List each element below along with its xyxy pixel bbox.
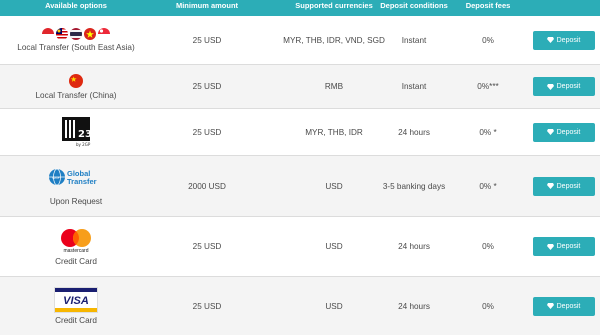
deposit-button[interactable]: Deposit: [532, 176, 595, 196]
table-row: mastercard Credit Card 25 USD USD 24 hou…: [0, 217, 600, 277]
option-cell: 23 by 2GP: [0, 109, 152, 155]
deposit-button[interactable]: Deposit: [532, 77, 595, 96]
swift-text: SWIFT: [52, 176, 61, 180]
option-cell: Local Transfer (South East Asia): [0, 16, 152, 64]
deposit-conditions: 24 hours: [398, 242, 430, 251]
option-cell: VISA Credit Card: [0, 277, 152, 335]
deposit-button[interactable]: Deposit: [532, 30, 595, 50]
minimum-amount: 25 USD: [192, 127, 222, 137]
deposit-conditions: Instant: [401, 82, 427, 91]
table-row: SWIFT Global Transfer Upon Request 2000 …: [0, 156, 600, 217]
svg-text:Transfer: Transfer: [67, 177, 97, 186]
table-row: 23 by 2GP 25 USD MYR, THB, IDR 24 hours …: [0, 109, 600, 156]
diamond-icon: [546, 83, 554, 90]
minimum-amount: 25 USD: [192, 242, 222, 251]
header-minimum-amount: Minimum amount: [175, 1, 239, 10]
deposit-cell: Deposit: [527, 217, 600, 276]
flags-sea-icon: [42, 28, 110, 40]
option-cell: Local Transfer (China): [0, 65, 152, 108]
svg-text:23: 23: [78, 129, 92, 140]
deposit-cell: Deposit: [527, 277, 600, 335]
deposit-button-label: Deposit: [556, 302, 581, 310]
global-transfer-logo-icon: SWIFT Global Transfer: [49, 168, 97, 186]
table-row: Local Transfer (South East Asia) 25 USD …: [0, 16, 600, 65]
deposit-button-label: Deposit: [556, 182, 581, 190]
minimum-amount: 2000 USD: [188, 181, 226, 191]
help2pay-logo-icon: 23 by 2GP: [62, 117, 92, 147]
deposit-conditions: Instant: [401, 35, 427, 45]
diamond-icon: [546, 37, 554, 43]
diamond-icon: [546, 183, 554, 189]
option-label: Credit Card: [55, 316, 97, 325]
deposit-fees: 0% *: [479, 181, 497, 191]
deposit-button-label: Deposit: [556, 243, 581, 250]
diamond-icon: [546, 303, 554, 309]
mastercard-text: mastercard: [63, 248, 88, 254]
deposit-fees: 0%: [482, 35, 494, 45]
deposit-fees: 0%***: [477, 82, 499, 91]
deposit-conditions: 3-5 banking days: [382, 181, 446, 191]
deposit-button[interactable]: Deposit: [532, 296, 595, 316]
deposit-cell: Deposit: [527, 16, 600, 64]
deposit-fees: 0%: [482, 242, 494, 251]
header-deposit-conditions: Deposit conditions: [380, 1, 448, 10]
option-label: Local Transfer (China): [35, 90, 117, 100]
deposit-cell: Deposit: [527, 109, 600, 155]
deposit-button-label: Deposit: [556, 36, 581, 44]
deposit-cell: Deposit: [527, 65, 600, 108]
option-label: Local Transfer (South East Asia): [17, 43, 135, 52]
deposit-fees: 0% *: [479, 127, 497, 137]
option-cell: mastercard Credit Card: [0, 217, 152, 276]
header-deposit-fees: Deposit fees: [465, 1, 511, 10]
deposit-button-label: Deposit: [556, 128, 581, 136]
visa-logo-icon: VISA: [54, 287, 98, 313]
deposit-conditions: 24 hours: [398, 301, 430, 311]
visa-text: VISA: [63, 295, 89, 307]
help2pay-byline: by 2GP: [76, 142, 91, 147]
china-flag-icon: [69, 73, 83, 88]
table-header: Available options Minimum amount Support…: [0, 0, 600, 16]
header-available-options: Available options: [45, 1, 107, 10]
table-row: VISA Credit Card 25 USD USD 24 hours 0% …: [0, 277, 600, 335]
deposit-cell: Deposit: [527, 156, 600, 216]
deposit-button[interactable]: Deposit: [532, 122, 595, 142]
minimum-amount: 25 USD: [192, 301, 222, 311]
table-row: Local Transfer (China) 25 USD RMB Instan…: [0, 65, 600, 109]
deposit-fees: 0%: [482, 301, 494, 311]
deposit-button[interactable]: Deposit: [532, 237, 595, 256]
diamond-icon: [546, 129, 554, 135]
option-label: Credit Card: [55, 256, 97, 266]
option-label: Upon Request: [49, 196, 103, 206]
diamond-icon: [546, 243, 554, 250]
mastercard-logo-icon: mastercard: [61, 228, 91, 254]
deposit-button-label: Deposit: [556, 83, 581, 90]
deposit-conditions: 24 hours: [398, 127, 430, 137]
option-cell: SWIFT Global Transfer Upon Request: [0, 156, 152, 216]
minimum-amount: 25 USD: [192, 82, 222, 91]
minimum-amount: 25 USD: [192, 35, 222, 45]
deposit-options-table: Available options Minimum amount Support…: [0, 0, 600, 335]
